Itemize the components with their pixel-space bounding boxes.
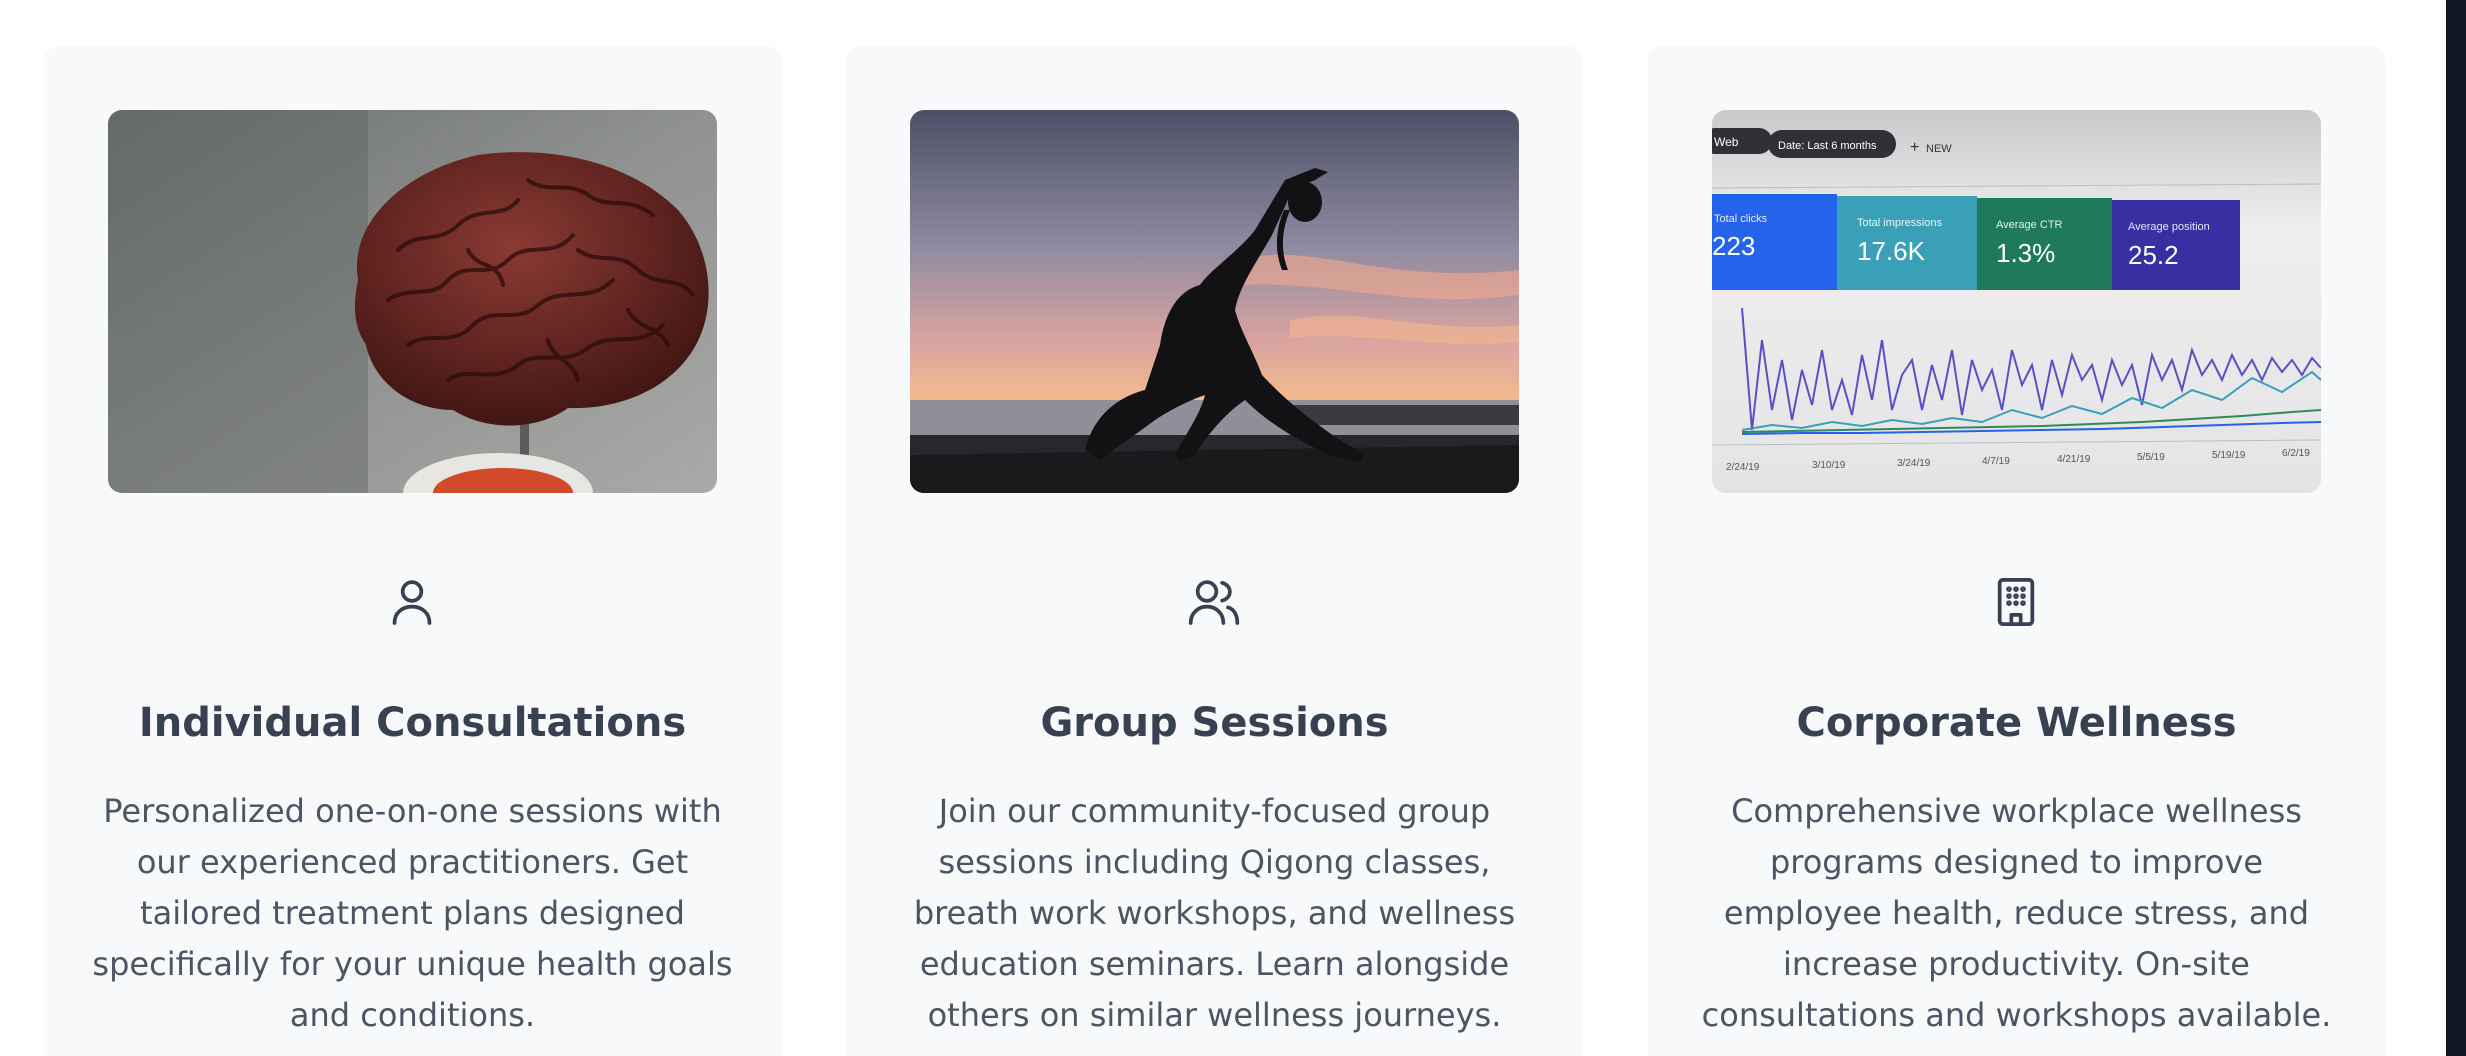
axis-date: 4/21/19	[2057, 454, 2091, 465]
building-icon	[1988, 574, 2044, 630]
axis-date: 5/5/19	[2137, 452, 2165, 463]
analytics-dashboard-image: Web Date: Last 6 months + NEW Total clic…	[1712, 110, 2321, 493]
axis-date: 3/24/19	[1897, 458, 1931, 469]
metric-value: 223	[1712, 231, 1755, 261]
service-title: Group Sessions	[1040, 700, 1389, 746]
service-card-individual: Individual Consultations Personalized on…	[44, 46, 781, 1056]
users-icon	[1186, 574, 1242, 630]
metric-label: Average CTR	[1996, 219, 2062, 231]
services-section: Individual Consultations Personalized on…	[0, 0, 2466, 1056]
axis-date: 4/7/19	[1982, 456, 2010, 467]
service-description: Personalized one-on-one sessions with ou…	[92, 792, 733, 1034]
svg-text:+: +	[1910, 139, 1919, 156]
page-edge-strip	[2446, 0, 2466, 1056]
metric-label: Total impressions	[1857, 217, 1942, 229]
dashboard-chip-date: Date: Last 6 months	[1778, 140, 1877, 152]
dashboard-chip-web: Web	[1714, 135, 1739, 149]
metric-value: 17.6K	[1857, 236, 1926, 266]
metric-value: 1.3%	[1996, 238, 2055, 268]
service-description: Comprehensive workplace wellness program…	[1701, 792, 2332, 1034]
metric-value: 25.2	[2128, 240, 2179, 270]
service-title: Corporate Wellness	[1796, 700, 2237, 746]
service-description: Join our community-focused group session…	[913, 792, 1516, 1034]
dashboard-new-label: NEW	[1926, 143, 1952, 155]
user-icon	[384, 574, 440, 630]
service-card-corporate: Web Date: Last 6 months + NEW Total clic…	[1648, 46, 2385, 1056]
brain-model-image	[108, 110, 717, 493]
metric-label: Average position	[2128, 221, 2210, 233]
axis-date: 6/2/19	[2282, 448, 2310, 459]
axis-date: 2/24/19	[1726, 462, 1760, 473]
service-title: Individual Consultations	[138, 700, 687, 746]
service-card-group: Group Sessions Join our community-focuse…	[846, 46, 1583, 1056]
axis-date: 3/10/19	[1812, 460, 1846, 471]
metric-label: Total clicks	[1714, 213, 1768, 225]
yoga-sunset-image	[910, 110, 1519, 493]
axis-date: 5/19/19	[2212, 450, 2246, 461]
